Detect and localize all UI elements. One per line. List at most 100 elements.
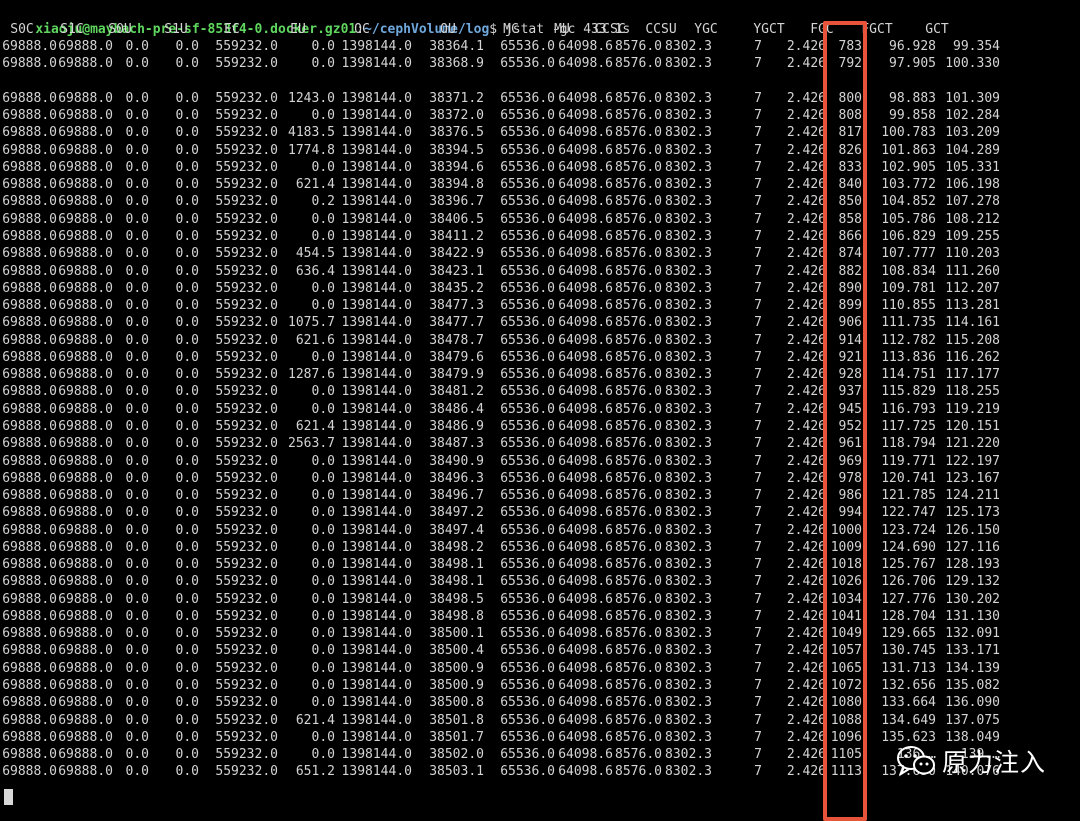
output-row: 69888.0 69888.0 0.0 0.0 559232.0 0.0 1398144.0… [0, 625, 1080, 642]
column-header-ygct: YGCT [753, 22, 785, 37]
output-row: 69888.0 69888.0 0.0 0.0 559232.0 0.0 1398144.0… [0, 660, 1080, 677]
output-row: 69888.0 69888.0 0.0 0.0 559232.0 0.0 1398144.0… [0, 228, 1080, 245]
output-row: 69888.0 69888.0 0.0 0.0 559232.0 1075.7 139814… [0, 314, 1080, 331]
cell-gct: 108.212 [945, 211, 1000, 227]
cell-s1u: 0.0 [175, 608, 199, 624]
prompt-line: xiaoju@maybach-pre-sf-853f4-0.docker.gz0… [4, 4, 630, 37]
cell-gct: 128.193 [945, 557, 1000, 573]
output-row: 69888.0 69888.0 0.0 0.0 559232.0 454.5 1398144… [0, 245, 1080, 262]
cell-s1u: 0.0 [175, 315, 199, 331]
output-row: 69888.0 69888.0 0.0 0.0 559232.0 1243.0 139814… [0, 90, 1080, 107]
cell-s1u: 0.0 [175, 729, 199, 745]
cell-s1u: 0.0 [175, 695, 199, 711]
column-header-ou: OU [440, 22, 456, 37]
column-header-ec: EC [224, 22, 240, 37]
cell-s1u: 0.0 [175, 142, 199, 158]
fgc-column-highlight [823, 21, 867, 821]
cell-gct: 133.171 [945, 643, 1000, 659]
output-row: 69888.0 69888.0 0.0 0.0 559232.0 0.0 1398144.0… [0, 522, 1080, 539]
terminal-window[interactable]: xiaoju@maybach-pre-sf-853f4-0.docker.gz0… [0, 0, 1080, 809]
cell-s1u: 0.0 [175, 453, 199, 469]
column-header-row: S0C S1C S0U S1U EC EU OC OU MC MU CCSC CCSU YGC YGCT F… [0, 21, 1080, 38]
cell-s1u: 0.0 [175, 384, 199, 400]
cell-gct: 137.075 [945, 712, 1000, 728]
cell-gct: 126.150 [945, 522, 1000, 538]
output-row: 69888.0 69888.0 0.0 0.0 559232.0 0.0 1398144.0… [0, 453, 1080, 470]
cell-s1u: 0.0 [175, 470, 199, 486]
column-header-gct: GCT [925, 22, 949, 37]
column-header-eu: EU [290, 22, 306, 37]
cell-s1u: 0.0 [175, 712, 199, 728]
output-row: 69888.0 69888.0 0.0 0.0 559232.0 0.0 1398144.0… [0, 349, 1080, 366]
output-row: 69888.0 69888.0 0.0 0.0 559232.0 0.0 1398144.0… [0, 470, 1080, 487]
watermark: 原力注入 [896, 741, 1066, 781]
cell-gct: 105.331 [945, 159, 1000, 175]
cell-gct: 118.255 [945, 384, 1000, 400]
cell-s1u: 0.0 [175, 194, 199, 210]
output-row: 69888.0 69888.0 0.0 0.0 559232.0 636.4 1398144… [0, 263, 1080, 280]
cell-s1u: 0.0 [175, 643, 199, 659]
output-row: 69888.0 69888.0 0.0 0.0 559232.0 2563.7 139814… [0, 435, 1080, 452]
cell-gct: 121.220 [945, 436, 1000, 452]
column-header-ygc: YGC [694, 22, 718, 37]
output-row: 69888.0 69888.0 0.0 0.0 559232.0 0.0 1398144.0… [0, 297, 1080, 314]
cell-gct: 127.116 [945, 539, 1000, 555]
output-row: 69888.0 69888.0 0.0 0.0 559232.0 0.0 1398144.0… [0, 642, 1080, 659]
cell-gct: 107.278 [945, 194, 1000, 210]
output-row: 69888.0 69888.0 0.0 0.0 559232.0 0.0 1398144.0… [0, 504, 1080, 521]
cell-gct: 109.255 [945, 229, 1000, 244]
cell-gct: 124.211 [945, 488, 1000, 503]
output-row: 69888.0 69888.0 0.0 0.0 559232.0 0.0 1398144.0… [0, 556, 1080, 573]
cell-s1u: 0.0 [175, 522, 199, 538]
cell-s1u: 0.0 [175, 678, 199, 693]
cell-s1u: 0.0 [175, 574, 199, 590]
cell-s1u: 0.0 [175, 177, 199, 193]
cell-s1u: 0.0 [175, 591, 199, 607]
output-row: 69888.0 69888.0 0.0 0.0 559232.0 621.6 1398144… [0, 332, 1080, 349]
cell-s1u: 0.0 [175, 39, 199, 54]
cell-gct: 104.289 [945, 142, 1000, 158]
output-row: 69888.0 69888.0 0.0 0.0 559232.0 4183.5 139814… [0, 124, 1080, 141]
cell-gct: 114.161 [945, 315, 1000, 331]
cell-gct: 103.209 [945, 125, 1000, 141]
cell-s1u: 0.0 [175, 108, 199, 124]
cell-s1u: 0.0 [175, 747, 199, 763]
cell-gct: 116.262 [945, 349, 1000, 365]
wechat-icon [897, 746, 935, 777]
cell-s1u: 0.0 [175, 159, 199, 175]
cell-gct: 131.130 [945, 608, 1000, 624]
output-row: 69888.0 69888.0 0.0 0.0 559232.0 0.0 1398144.0… [0, 539, 1080, 556]
cell-gct: 113.281 [945, 298, 1000, 314]
cell-gct: 136.090 [945, 695, 1000, 711]
cell-s1u: 0.0 [175, 764, 199, 780]
cell-s1u: 0.0 [175, 557, 199, 573]
output-row: 69888.0 69888.0 0.0 0.0 559232.0 0.0 1398144.0… [0, 487, 1080, 504]
cell-s1u: 0.0 [175, 626, 199, 642]
cell-s1u: 0.0 [175, 539, 199, 555]
cell-s1u: 0.0 [175, 263, 199, 279]
column-header-oc: OC [354, 22, 370, 37]
cell-gct: 125.173 [945, 505, 1000, 521]
cell-s1u: 0.0 [175, 488, 199, 503]
cell-gct: 115.208 [945, 332, 1000, 348]
cell-gct: 117.177 [945, 367, 1000, 383]
cell-gct: 123.167 [945, 470, 1000, 486]
column-header-s0u: S0U [108, 22, 132, 37]
output-row: 69888.0 69888.0 0.0 0.0 559232.0 621.4 1398144… [0, 418, 1080, 435]
output-row: 69888.0 69888.0 0.0 0.0 559232.0 0.0 1398144.0… [0, 159, 1080, 176]
terminal-cursor [4, 789, 13, 805]
cell-gct: 99.354 [953, 39, 1000, 54]
cell-gct: 101.309 [945, 90, 1000, 106]
output-row: 69888.0 69888.0 0.0 0.0 559232.0 0.0 1398144.0… [0, 591, 1080, 608]
cell-s1u: 0.0 [175, 349, 199, 365]
cell-s1u: 0.0 [175, 401, 199, 417]
column-header-s1u: S1U [164, 22, 188, 37]
output-row: 69888.0 69888.0 0.0 0.0 559232.0 621.4 1398144… [0, 176, 1080, 193]
cell-s1u: 0.0 [175, 505, 199, 521]
cell-gct: 119.219 [945, 401, 1000, 417]
cell-gct: 135.082 [945, 678, 1000, 693]
cell-gct: 130.202 [945, 591, 1000, 607]
cell-gct: 106.198 [945, 177, 1000, 193]
output-row: 69888.0 69888.0 0.0 0.0 559232.0 1287.6 139814… [0, 366, 1080, 383]
